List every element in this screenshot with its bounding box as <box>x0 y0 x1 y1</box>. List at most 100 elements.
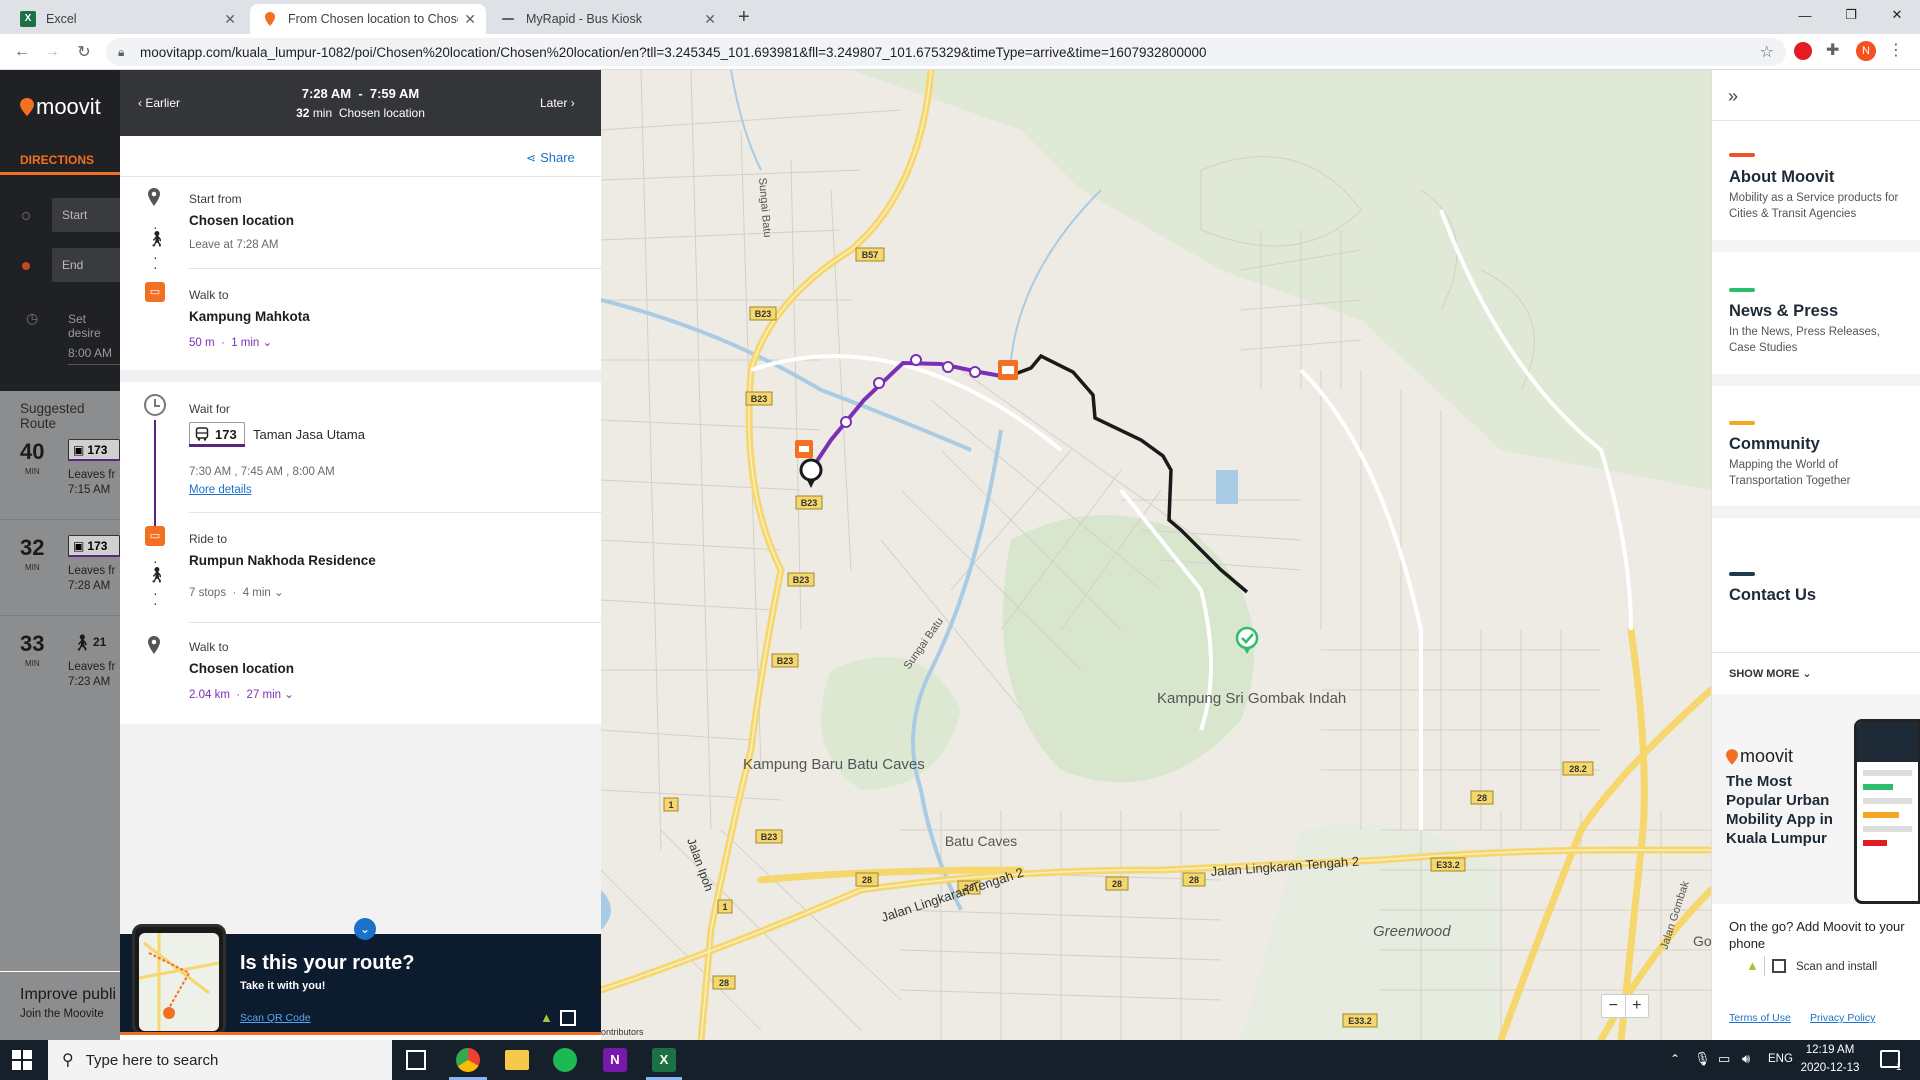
address-bar[interactable]: 🔒︎ moovitapp.com/kuala_lumpur-1082/poi/C… <box>106 38 1786 66</box>
chevron-down-icon[interactable]: ⌄ <box>354 918 376 940</box>
walk-details-toggle[interactable]: 50 m · 1 min ⌄ <box>189 335 272 349</box>
location-pin-icon <box>148 636 160 654</box>
chrome-icon[interactable] <box>456 1048 480 1072</box>
show-more-button[interactable]: SHOW MORE ⌄ <box>1729 667 1812 680</box>
walk-duration: 27 min <box>246 689 282 701</box>
bookmark-star-icon[interactable]: ☆ <box>1760 42 1774 62</box>
community-subtitle: Mapping the World of Transportation Toge… <box>1729 459 1851 487</box>
reload-icon[interactable]: ↻ <box>72 40 96 64</box>
network-icon[interactable]: ▭ <box>1718 1051 1730 1067</box>
file-explorer-icon[interactable] <box>505 1050 529 1070</box>
contact-us-link[interactable]: Contact Us <box>1729 586 1816 605</box>
menu-kebab-icon[interactable]: ⋮ <box>1888 40 1904 60</box>
road-badge: E33.2 <box>1348 1016 1372 1026</box>
moovit-logo[interactable]: moovit <box>20 94 101 120</box>
zoom-out-button[interactable]: − <box>1602 995 1626 1017</box>
news-press-link[interactable]: News & Press <box>1729 302 1838 321</box>
start-label: Start from <box>189 192 242 206</box>
end-dot-icon <box>22 262 30 270</box>
trip-time-range: 7:28 AM - 7:59 AM <box>301 86 420 101</box>
app-ad-card[interactable]: moovit The Most Popular Urban Mobility A… <box>1712 694 1920 904</box>
route-option[interactable]: 33 MIN 🚶︎ 21 Leaves fr 7:23 AM <box>0 631 120 711</box>
window-close-icon[interactable]: ✕ <box>1874 0 1920 30</box>
route-time: 7:23 AM <box>68 676 111 688</box>
tab-myrapid[interactable]: MyRapid - Bus Kiosk ✕ <box>490 4 726 34</box>
onenote-icon[interactable]: N <box>603 1048 627 1072</box>
close-tab-icon[interactable]: ✕ <box>224 11 236 28</box>
browser-toolbar: ← → ↻ 🔒︎ moovitapp.com/kuala_lumpur-1082… <box>0 34 1920 70</box>
road-badge: 28 <box>862 875 872 885</box>
taskbar-search-box[interactable]: ⚲ Type here to search <box>48 1040 392 1080</box>
clock-date[interactable]: 2020-12-13 <box>1796 1062 1864 1074</box>
more-details-link[interactable]: More details <box>189 484 252 496</box>
road-badge: B57 <box>862 250 879 260</box>
bus-stop-icon: ▭ <box>145 526 165 546</box>
set-desired-time[interactable]: Set desire <box>68 312 120 340</box>
spotify-icon[interactable] <box>553 1048 577 1072</box>
forward-icon[interactable]: → <box>40 40 64 64</box>
tab-moovit[interactable]: From Chosen location to Chosen ✕ <box>250 4 486 34</box>
scan-qr-link[interactable]: Scan QR Code <box>240 1012 311 1024</box>
close-tab-icon[interactable]: ✕ <box>704 11 716 28</box>
community-link[interactable]: Community <box>1729 435 1820 454</box>
road-badge: B23 <box>761 832 778 842</box>
bus-stop-icon: ▭ <box>145 282 165 302</box>
bus-departures: 7:30 AM , 7:45 AM , 8:00 AM <box>189 466 335 478</box>
time-select[interactable]: 8:00 AM <box>68 346 112 360</box>
place-label: Kampung Baru Batu Caves <box>743 756 925 773</box>
double-chevron-right-icon[interactable]: » <box>1728 86 1738 107</box>
logo-text: moovit <box>1740 746 1794 766</box>
route-option[interactable]: 32 MIN ▣ 173 Leaves fr 7:28 AM <box>0 535 120 615</box>
tab-excel[interactable]: X Excel ✕ <box>8 4 246 34</box>
task-view-icon[interactable] <box>406 1050 426 1070</box>
language-indicator[interactable]: ENG <box>1768 1053 1793 1065</box>
restore-icon[interactable]: ❐ <box>1828 0 1874 30</box>
map-attribution: ontributors <box>601 1027 644 1037</box>
walk-destination: Chosen location <box>189 661 295 676</box>
walk-distance: 2.04 km <box>189 689 230 701</box>
accent-bar <box>1729 572 1755 576</box>
share-button[interactable]: ⋖ Share <box>526 150 575 165</box>
close-tab-icon[interactable]: ✕ <box>464 11 476 28</box>
bus-line-badge[interactable]: 173 <box>189 422 245 446</box>
time-underline <box>68 364 120 365</box>
walk-icon: 🚶︎ <box>147 567 167 584</box>
directions-tab[interactable]: DIRECTIONS <box>20 153 94 167</box>
divider <box>0 519 120 520</box>
news-press-subtitle: In the News, Press Releases, Case Studie… <box>1729 326 1880 354</box>
qr-code-icon <box>560 1010 576 1026</box>
moovit-logo: moovit <box>1726 746 1793 767</box>
ride-duration: 4 min <box>242 587 271 599</box>
back-icon[interactable]: ← <box>10 40 34 64</box>
terms-link[interactable]: Terms of Use <box>1729 1012 1791 1024</box>
opera-extension-icon[interactable] <box>1794 42 1812 60</box>
walk-destination: Kampung Mahkota <box>189 309 310 324</box>
route-leaves: Leaves fr <box>68 661 116 673</box>
map-canvas[interactable]: B57 B23 B23 B23 B23 B23 B23 28 28 28 28 … <box>601 70 1711 1040</box>
minimize-icon[interactable]: — <box>1782 0 1828 30</box>
later-button[interactable]: Later › <box>540 96 575 110</box>
bus-direction: Taman Jasa Utama <box>253 427 365 442</box>
route-option[interactable]: 40 MIN ▣ 173 Leaves fr 7:15 AM <box>0 439 120 519</box>
walk-icon: 🚶︎ <box>147 231 167 248</box>
extensions-puzzle-icon[interactable]: ✚ <box>1826 40 1839 60</box>
ride-details-toggle[interactable]: 7 stops · 4 min ⌄ <box>189 585 284 599</box>
start-input[interactable]: Start <box>52 198 120 232</box>
microphone-icon[interactable]: 🎙︎ <box>1694 1051 1711 1067</box>
windows-start-icon[interactable] <box>12 1050 32 1075</box>
transit-line-bar <box>154 420 156 542</box>
road-badge: B23 <box>793 575 810 585</box>
profile-avatar[interactable]: N <box>1856 41 1876 61</box>
about-moovit-link[interactable]: About Moovit <box>1729 168 1834 187</box>
privacy-link[interactable]: Privacy Policy <box>1810 1012 1875 1024</box>
road-badge: 28 <box>1477 793 1487 803</box>
place-label: Go <box>1693 933 1711 949</box>
excel-icon[interactable]: X <box>652 1048 676 1072</box>
volume-icon[interactable]: 🔊︎ <box>1742 1051 1750 1067</box>
tray-chevron-up-icon[interactable]: ⌃ <box>1670 1052 1680 1066</box>
end-input[interactable]: End <box>52 248 120 282</box>
walk-details-toggle[interactable]: 2.04 km · 27 min ⌄ <box>189 687 294 701</box>
zoom-in-button[interactable]: + <box>1626 995 1649 1017</box>
new-tab-button[interactable]: + <box>738 6 750 29</box>
clock-time[interactable]: 12:19 AM <box>1800 1044 1860 1056</box>
